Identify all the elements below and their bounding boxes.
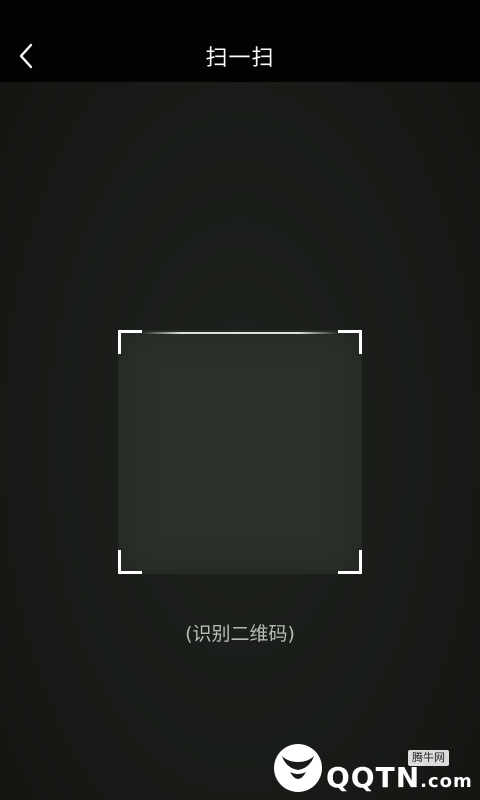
watermark-brand: QQTN.com xyxy=(326,762,473,798)
corner-bottom-right xyxy=(338,550,362,574)
corner-top-left xyxy=(118,330,142,354)
bull-logo-icon xyxy=(274,744,322,792)
scan-hint-text: (识别二维码) xyxy=(185,623,295,645)
top-bar: 扫一扫 xyxy=(0,0,480,82)
page-title: 扫一扫 xyxy=(205,46,275,71)
scan-line xyxy=(142,332,338,334)
corner-top-right xyxy=(338,330,362,354)
scan-frame xyxy=(118,330,362,574)
watermark-brand-text: QQTN xyxy=(326,761,421,794)
corner-bottom-left xyxy=(118,550,142,574)
watermark: 腾牛网 QQTN.com xyxy=(272,740,476,798)
scan-screen: 扫一扫 (识别二维码) 腾牛网 QQTN.com xyxy=(0,0,480,800)
watermark-domain: .com xyxy=(420,771,473,792)
